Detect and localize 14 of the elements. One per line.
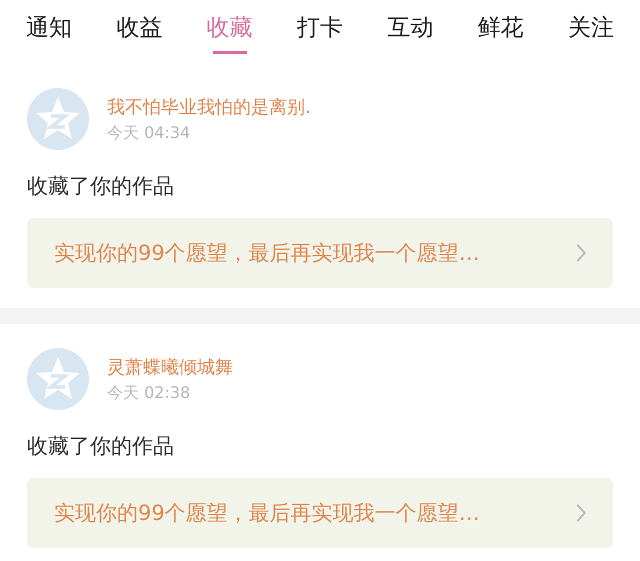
avatar-icon[interactable] — [27, 348, 89, 410]
tab[interactable]: 收益 — [116, 0, 162, 64]
tab[interactable]: 互动 — [387, 0, 434, 64]
chevron-icon — [575, 243, 587, 263]
avatar-icon[interactable] — [27, 88, 89, 150]
activity-text: 收藏了你的作品 — [27, 433, 175, 460]
timestamp: 今天 04:34 — [107, 122, 192, 144]
timestamp: 今天 02:38 — [107, 382, 192, 404]
tab[interactable]: 通知 — [26, 0, 72, 64]
activity-text: 收藏了你的作品 — [27, 173, 175, 200]
chevron-icon — [575, 503, 587, 523]
tab[interactable]: 打卡 — [296, 0, 343, 64]
tab[interactable]: 鲜花 — [478, 0, 524, 64]
tab[interactable]: 关注 — [568, 0, 614, 64]
